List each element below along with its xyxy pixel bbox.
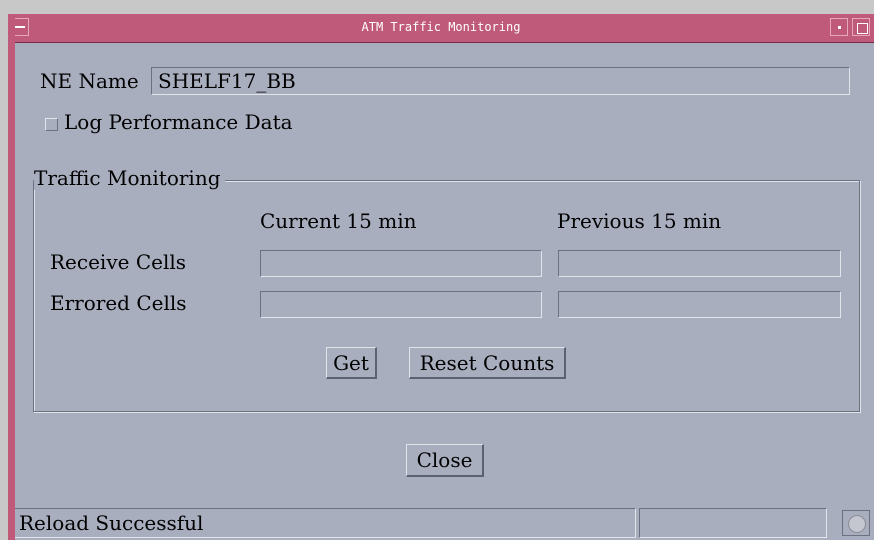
get-button[interactable]: Get [326,347,377,379]
log-performance-label: Log Performance Data [64,110,293,134]
status-message: Reload Successful [12,508,636,538]
errored-cells-previous-field[interactable] [558,291,841,318]
minimize-icon[interactable] [830,18,848,36]
title-bar[interactable]: ATM Traffic Monitoring [8,14,874,43]
ne-name-field[interactable]: SHELF17_BB [151,67,850,95]
status-indicator-icon [842,510,870,536]
close-button[interactable]: Close [406,444,484,477]
window-title: ATM Traffic Monitoring [361,20,521,34]
window-left-border [8,14,15,540]
errored-cells-current-field[interactable] [260,291,542,318]
receive-cells-previous-field[interactable] [558,250,841,277]
errored-cells-label: Errored Cells [50,291,187,315]
reset-counts-button[interactable]: Reset Counts [409,347,566,379]
log-performance-checkbox[interactable] [45,118,58,131]
status-secondary [639,508,827,538]
atm-traffic-window: ATM Traffic Monitoring NE Name SHELF17_B… [8,14,874,540]
ne-name-label: NE Name [40,69,139,93]
receive-cells-label: Receive Cells [50,250,187,274]
traffic-monitoring-title: Traffic Monitoring [34,166,225,190]
receive-cells-current-field[interactable] [260,250,542,277]
maximize-icon[interactable] [852,18,870,36]
status-bar: Reload Successful [8,506,874,540]
current-15-min-header: Current 15 min [260,209,417,233]
previous-15-min-header: Previous 15 min [557,209,722,233]
